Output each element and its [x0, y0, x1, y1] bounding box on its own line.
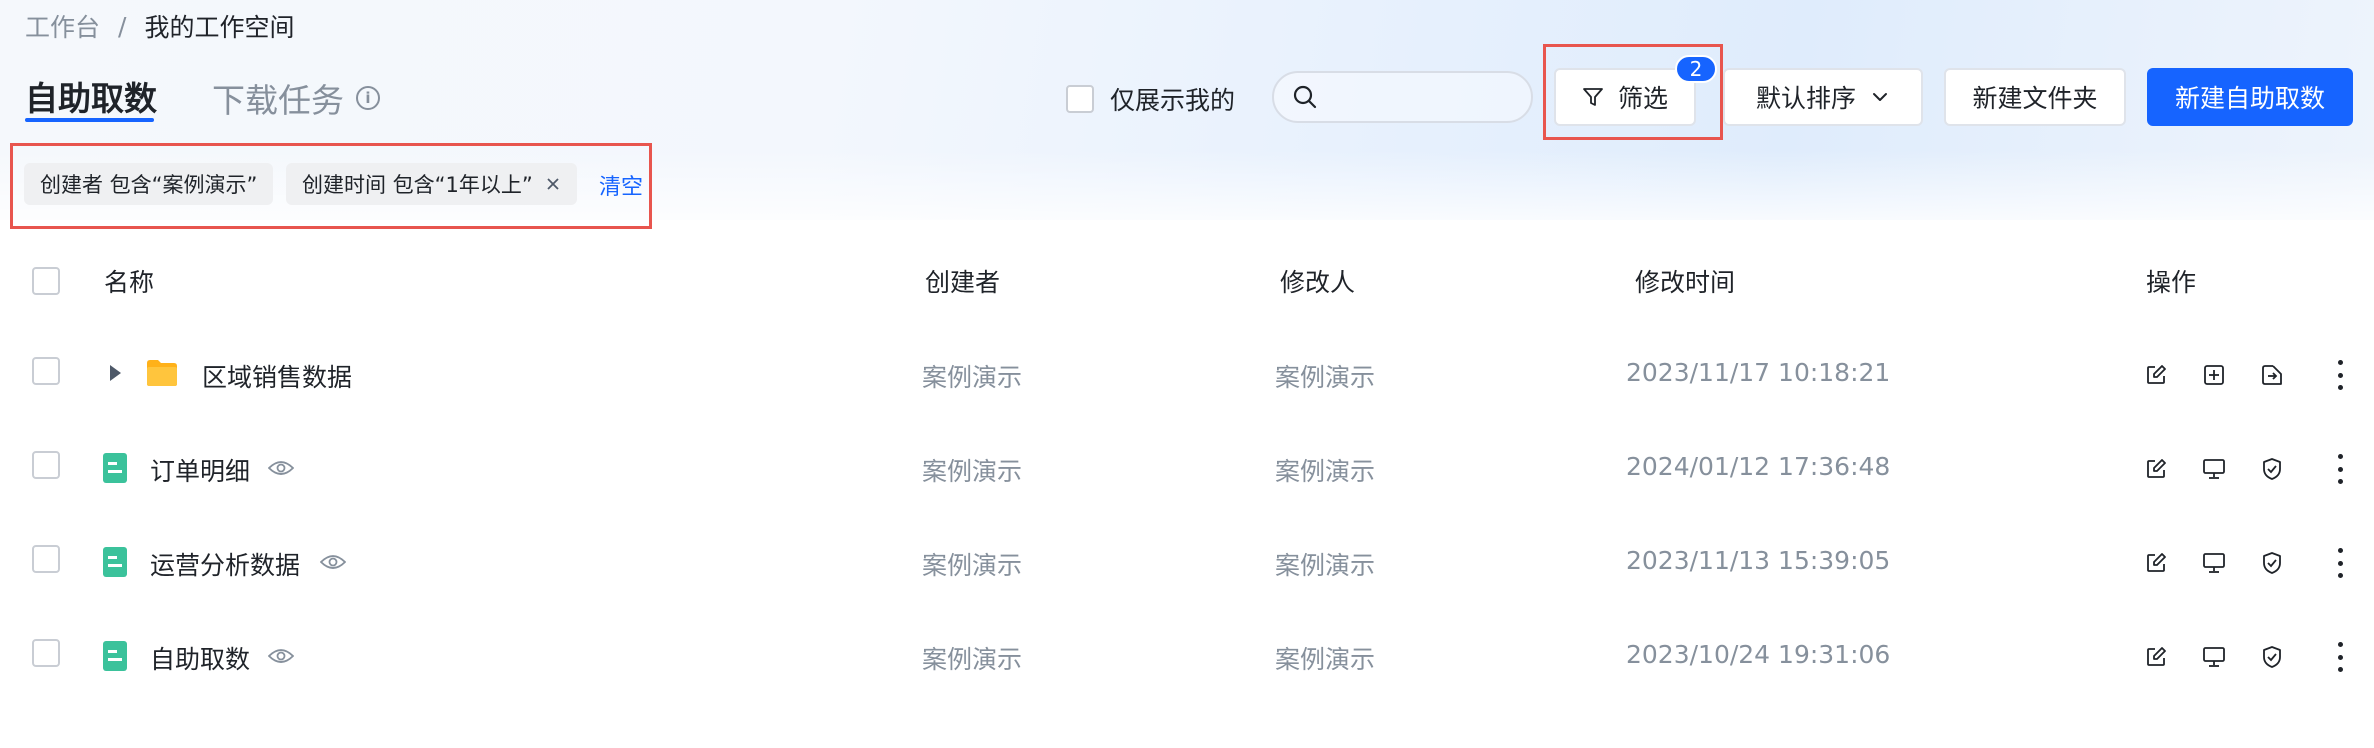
edit-icon[interactable] [2144, 551, 2168, 575]
info-icon[interactable]: i [356, 86, 380, 110]
new-folder-button[interactable]: 新建文件夹 [1944, 68, 2126, 126]
filter-button[interactable]: 筛选 [1554, 68, 1696, 126]
column-header-creator: 创建者 [925, 268, 1001, 297]
sort-dropdown[interactable]: 默认排序 [1723, 68, 1923, 126]
shield-icon[interactable] [2260, 457, 2284, 481]
tab-download-tasks-label: 下载任务 [212, 81, 344, 120]
row-name[interactable]: 自助取数 [150, 640, 250, 676]
row-modified-time: 2023/11/13 15:39:05 [1626, 546, 1891, 575]
more-icon[interactable] [2328, 454, 2352, 484]
sort-dropdown-label: 默认排序 [1755, 84, 1856, 113]
row-modifier: 案例演示 [1275, 457, 1376, 486]
breadcrumb-current: 我的工作空间 [144, 13, 295, 42]
table-row[interactable]: 自助取数 案例演示 案例演示 2023/10/24 19:31:06 [0, 609, 2374, 703]
expand-arrow-icon[interactable] [108, 364, 122, 382]
chevron-down-icon [1873, 93, 1887, 101]
row-modified-time: 2023/11/17 10:18:21 [1626, 358, 1891, 387]
filter-chip-creator[interactable]: 创建者 包含“案例演示” [24, 163, 274, 205]
info-icon-glyph: i [365, 89, 371, 107]
row-creator: 案例演示 [922, 457, 1023, 486]
add-icon[interactable] [2202, 363, 2226, 387]
row-checkbox[interactable] [32, 639, 60, 667]
edit-icon[interactable] [2144, 457, 2168, 481]
more-icon[interactable] [2328, 642, 2352, 672]
row-modifier: 案例演示 [1275, 363, 1376, 392]
row-name[interactable]: 订单明细 [150, 452, 250, 488]
monitor-icon[interactable] [2202, 551, 2226, 575]
tab-self-service[interactable]: 自助取数 [25, 72, 157, 120]
table-header: 名称 创建者 修改人 修改时间 操作 [0, 252, 2374, 310]
breadcrumb-separator: / [118, 11, 127, 41]
row-checkbox[interactable] [32, 451, 60, 479]
row-creator: 案例演示 [922, 363, 1023, 392]
only-mine-checkbox[interactable] [1066, 85, 1094, 113]
folder-icon [147, 360, 177, 386]
table-row[interactable]: 订单明细 案例演示 案例演示 2024/01/12 17:36:48 [0, 421, 2374, 515]
row-modifier: 案例演示 [1275, 645, 1376, 674]
edit-icon[interactable] [2144, 645, 2168, 669]
monitor-icon[interactable] [2202, 645, 2226, 669]
more-icon[interactable] [2328, 360, 2352, 390]
filter-count-badge: 2 [1675, 55, 1717, 83]
shield-icon[interactable] [2260, 645, 2284, 669]
row-creator: 案例演示 [922, 645, 1023, 674]
eye-icon[interactable] [268, 459, 294, 477]
dataset-icon [103, 453, 127, 483]
only-mine-label: 仅展示我的 [1110, 86, 1236, 115]
search-input[interactable] [1272, 71, 1533, 123]
row-checkbox[interactable] [32, 545, 60, 573]
new-self-service-button[interactable]: 新建自助取数 [2147, 68, 2353, 126]
row-actions [2144, 360, 2352, 390]
breadcrumb: 工作台 / 我的工作空间 [25, 8, 294, 44]
row-actions [2144, 642, 2352, 672]
close-icon[interactable] [545, 176, 561, 192]
table-row[interactable]: 区域销售数据 案例演示 案例演示 2023/11/17 10:18:21 [0, 327, 2374, 421]
row-creator: 案例演示 [922, 551, 1023, 580]
column-header-modified-time[interactable]: 修改时间 [1635, 263, 1735, 299]
tab-active-indicator [25, 118, 154, 122]
monitor-icon[interactable] [2202, 457, 2226, 481]
only-mine-toggle[interactable]: 仅展示我的 [1066, 81, 1235, 117]
row-actions [2144, 454, 2352, 484]
breadcrumb-root[interactable]: 工作台 [25, 8, 100, 44]
search-icon [1293, 85, 1317, 109]
shield-icon[interactable] [2260, 551, 2284, 575]
dataset-icon [103, 641, 127, 671]
eye-icon[interactable] [268, 647, 294, 665]
eye-icon[interactable] [320, 553, 346, 571]
filter-chip-label: 创建者 包含“案例演示” [40, 173, 258, 197]
row-name[interactable]: 运营分析数据 [150, 546, 300, 582]
row-checkbox[interactable] [32, 357, 60, 385]
funnel-icon [1583, 88, 1603, 106]
select-all-checkbox[interactable] [32, 267, 60, 295]
more-icon[interactable] [2328, 548, 2352, 578]
column-header-name: 名称 [104, 268, 155, 297]
filter-chip-created-time[interactable]: 创建时间 包含“1年以上” [286, 163, 577, 205]
table-row[interactable]: 运营分析数据 案例演示 案例演示 2023/11/13 15:39:05 [0, 515, 2374, 609]
row-modified-time: 2024/01/12 17:36:48 [1626, 452, 1891, 481]
column-header-actions: 操作 [2146, 268, 2197, 297]
move-icon[interactable] [2260, 363, 2284, 387]
filter-button-label: 筛选 [1617, 84, 1668, 113]
column-header-modifier: 修改人 [1280, 268, 1356, 297]
row-actions [2144, 548, 2352, 578]
clear-filters-link[interactable]: 清空 [599, 169, 643, 201]
row-modified-time: 2023/10/24 19:31:06 [1626, 640, 1891, 669]
row-name[interactable]: 区域销售数据 [202, 358, 352, 394]
tab-download-tasks[interactable]: 下载任务 i [212, 74, 380, 122]
dataset-icon [103, 547, 127, 577]
edit-icon[interactable] [2144, 363, 2168, 387]
row-modifier: 案例演示 [1275, 551, 1376, 580]
filter-chip-label: 创建时间 包含“1年以上” [302, 173, 533, 197]
